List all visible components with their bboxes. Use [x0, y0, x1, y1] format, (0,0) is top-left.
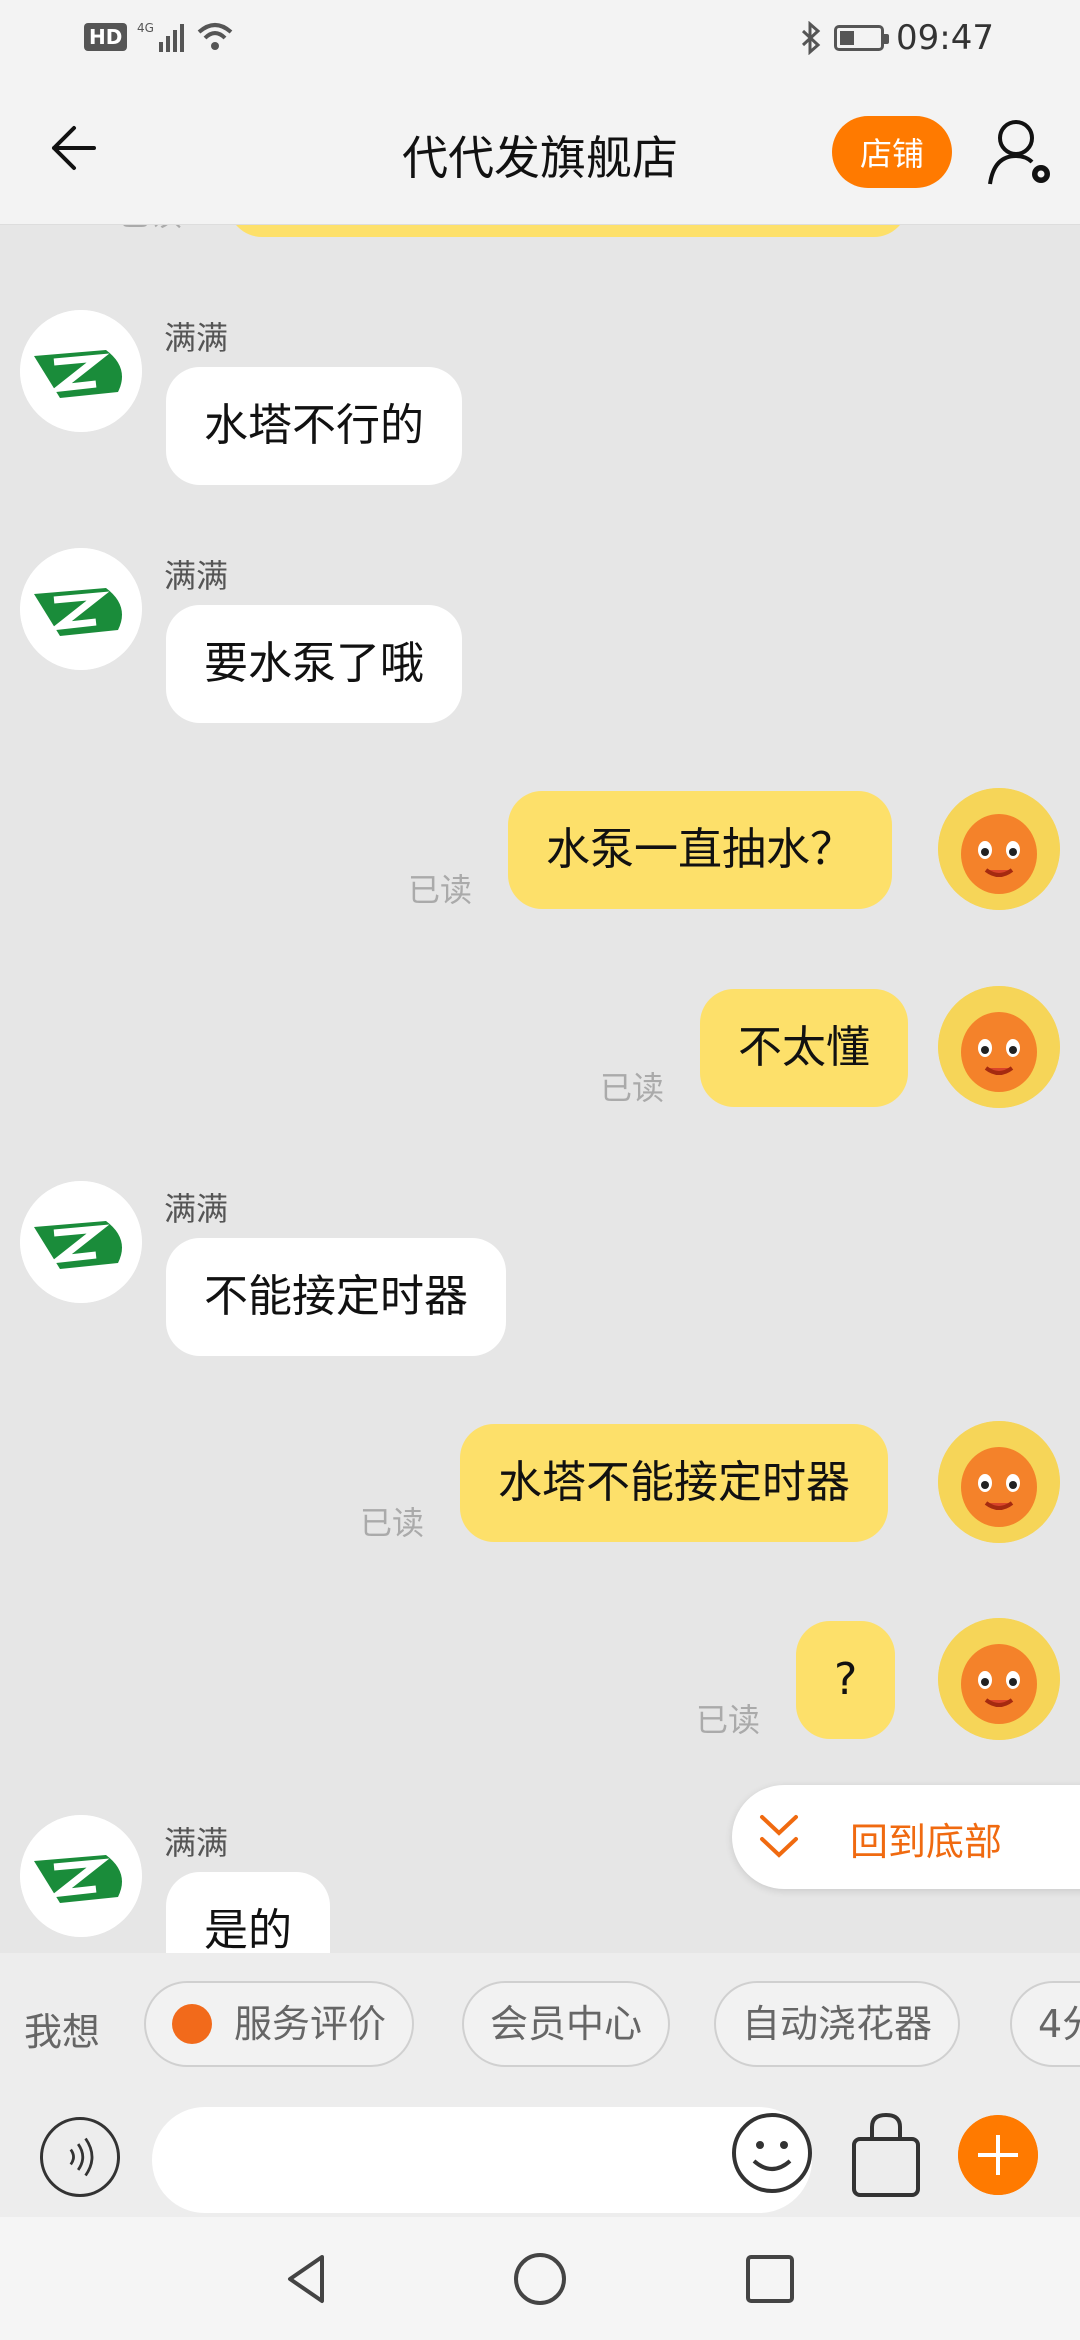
read-status: 已读	[696, 1701, 761, 1739]
shopping-bag-icon[interactable]	[846, 2105, 926, 2205]
double-chevron-down-icon	[760, 1815, 798, 1858]
hd-icon: HD	[84, 23, 128, 51]
status-right: 09:47	[800, 18, 994, 58]
partial-message: 已读	[0, 225, 1080, 237]
status-left: HD 4G	[84, 20, 235, 54]
message-bubble-partial	[228, 225, 908, 237]
chip-auto-waterer[interactable]: 自动浇花器	[714, 1981, 961, 2067]
input-bar	[0, 2095, 1080, 2217]
message-bubble[interactable]: 要水泵了哦	[166, 605, 462, 723]
chat-header: 代代发旗舰店 店铺	[0, 80, 1080, 225]
sender-name: 满满	[164, 1824, 229, 1862]
message-bubble[interactable]: 不能接定时器	[166, 1238, 506, 1356]
wifi-icon	[198, 23, 233, 50]
user-avatar[interactable]	[938, 788, 1060, 910]
message-bubble[interactable]: 是的	[166, 1872, 330, 1953]
nav-back-icon[interactable]	[278, 2249, 338, 2309]
sender-name: 满满	[164, 319, 229, 357]
service-review-icon	[172, 2003, 212, 2044]
chip-member-center[interactable]: 会员中心	[462, 1981, 671, 2067]
read-status: 已读	[600, 1069, 665, 1107]
chip-partial[interactable]: 4分	[1010, 1981, 1080, 2067]
bluetooth-icon	[801, 21, 821, 55]
emoji-icon[interactable]	[730, 2111, 814, 2195]
user-avatar[interactable]	[938, 986, 1060, 1108]
plus-icon[interactable]	[958, 2115, 1038, 2195]
message-bubble[interactable]: 水泵一直抽水？	[508, 791, 892, 909]
message-bubble[interactable]: 不太懂	[700, 989, 908, 1107]
status-time: 09:47	[896, 18, 994, 58]
network-label: 4G	[137, 21, 154, 35]
message-bubble[interactable]: 水塔不行的	[166, 367, 462, 485]
back-to-bottom-button[interactable]: 回到底部	[732, 1785, 1080, 1889]
chip-label: 4分	[1038, 2002, 1080, 2046]
read-status: 已读	[408, 871, 473, 909]
quick-replies-bar: 我想 服务评价 会员中心 自动浇花器 4分	[0, 1953, 1080, 2095]
user-avatar[interactable]	[938, 1421, 1060, 1543]
battery-icon	[834, 25, 890, 51]
shop-button[interactable]: 店铺	[832, 116, 952, 188]
chip-service-review[interactable]: 服务评价	[144, 1981, 415, 2067]
read-status-partial: 已读	[118, 225, 182, 235]
sender-name: 满满	[164, 1190, 229, 1228]
chip-label: 会员中心	[490, 2002, 643, 2046]
voice-icon[interactable]	[40, 2117, 120, 2197]
quick-replies-lead: 我想	[24, 2010, 101, 2054]
nav-recents-icon[interactable]	[740, 2249, 800, 2309]
chat-area[interactable]: 已读 满满 水塔不行的 满满 要水泵了哦 已读 水泵一直抽水？ 已读 不太懂	[0, 225, 1080, 1953]
sender-name: 满满	[164, 557, 229, 595]
shop-avatar[interactable]	[20, 548, 142, 670]
message-input[interactable]	[152, 2107, 812, 2213]
message-bubble[interactable]: ?	[796, 1621, 896, 1739]
chip-label: 服务评价	[234, 2002, 387, 2046]
nav-home-icon[interactable]	[510, 2249, 570, 2309]
chip-label: 自动浇花器	[742, 2002, 933, 2046]
message-bubble[interactable]: 水塔不能接定时器	[460, 1424, 888, 1542]
user-avatar[interactable]	[938, 1618, 1060, 1740]
signal-icon: 4G	[137, 21, 185, 52]
status-bar: HD 4G 09:47	[0, 0, 1080, 80]
shop-avatar[interactable]	[20, 1815, 142, 1937]
read-status: 已读	[360, 1504, 425, 1542]
shop-avatar[interactable]	[20, 310, 142, 432]
user-settings-icon[interactable]	[986, 116, 1056, 188]
back-to-bottom-label: 回到底部	[850, 1820, 1003, 1864]
shop-avatar[interactable]	[20, 1181, 142, 1303]
system-nav-bar	[0, 2217, 1080, 2340]
